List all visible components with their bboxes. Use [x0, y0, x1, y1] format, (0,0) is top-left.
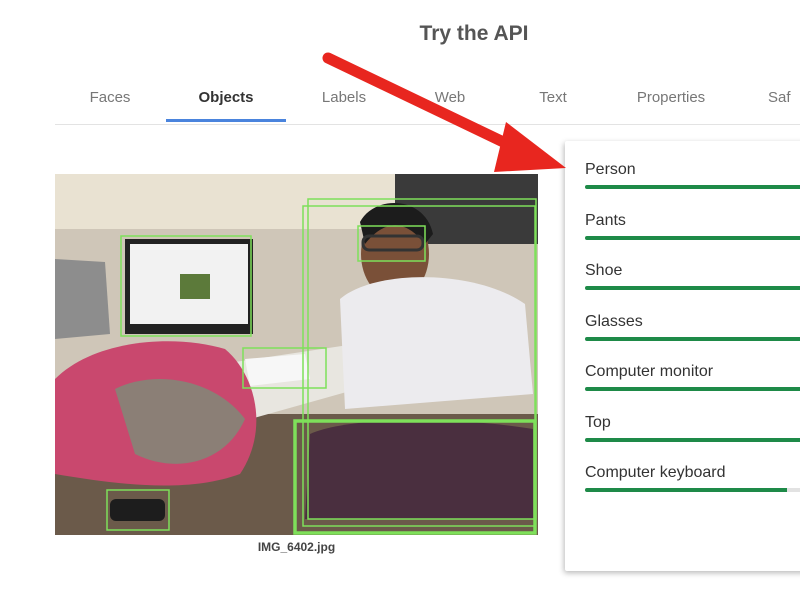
confidence-fill — [585, 387, 800, 391]
confidence-fill — [585, 185, 800, 189]
arrow-head — [494, 122, 566, 172]
result-item-glasses[interactable]: Glasses — [585, 312, 800, 352]
shoe — [110, 499, 165, 521]
confidence-fill — [585, 286, 800, 290]
screen-image — [180, 274, 210, 299]
feature-tabs: Faces Objects Labels Web Text Properties… — [55, 82, 800, 125]
result-item-pants[interactable]: Pants — [585, 211, 800, 251]
tab-labels[interactable]: Labels — [303, 82, 385, 122]
results-panel: Person Pants Shoe Glasses Computer monit… — [565, 141, 800, 571]
laptop — [55, 259, 110, 339]
tab-faces[interactable]: Faces — [70, 82, 150, 122]
result-item-top[interactable]: Top — [585, 413, 800, 453]
result-item-shoe[interactable]: Shoe — [585, 261, 800, 301]
confidence-bar — [585, 387, 800, 391]
result-label: Shoe — [585, 262, 623, 279]
confidence-bar — [585, 438, 800, 442]
result-label: Computer keyboard — [585, 464, 726, 481]
confidence-fill — [585, 337, 800, 341]
confidence-bar — [585, 286, 800, 290]
analyzed-photo — [55, 174, 538, 535]
result-label: Glasses — [585, 313, 643, 330]
confidence-bar — [585, 488, 800, 492]
image-filename: IMG_6402.jpg — [257, 540, 336, 554]
confidence-bar — [585, 337, 800, 341]
confidence-fill — [585, 236, 800, 240]
tab-objects[interactable]: Objects — [166, 82, 286, 122]
result-item-computer-monitor[interactable]: Computer monitor — [585, 362, 800, 402]
person-top — [340, 277, 533, 409]
tab-safe-search[interactable]: Saf — [768, 82, 800, 122]
page-title: Try the API — [419, 22, 529, 45]
confidence-fill — [585, 488, 787, 492]
result-item-person[interactable]: Person — [585, 160, 800, 200]
photo-illustration — [55, 174, 538, 535]
person-pants — [305, 420, 533, 519]
tab-web[interactable]: Web — [410, 82, 490, 122]
result-label: Person — [585, 161, 636, 178]
result-item-computer-keyboard[interactable]: Computer keyboard — [585, 463, 800, 503]
result-label: Top — [585, 414, 611, 431]
tab-properties[interactable]: Properties — [621, 82, 721, 122]
confidence-bar — [585, 236, 800, 240]
confidence-fill — [585, 438, 800, 442]
confidence-bar — [585, 185, 800, 189]
tab-text[interactable]: Text — [513, 82, 593, 122]
result-label: Pants — [585, 212, 626, 229]
result-label: Computer monitor — [585, 363, 714, 380]
